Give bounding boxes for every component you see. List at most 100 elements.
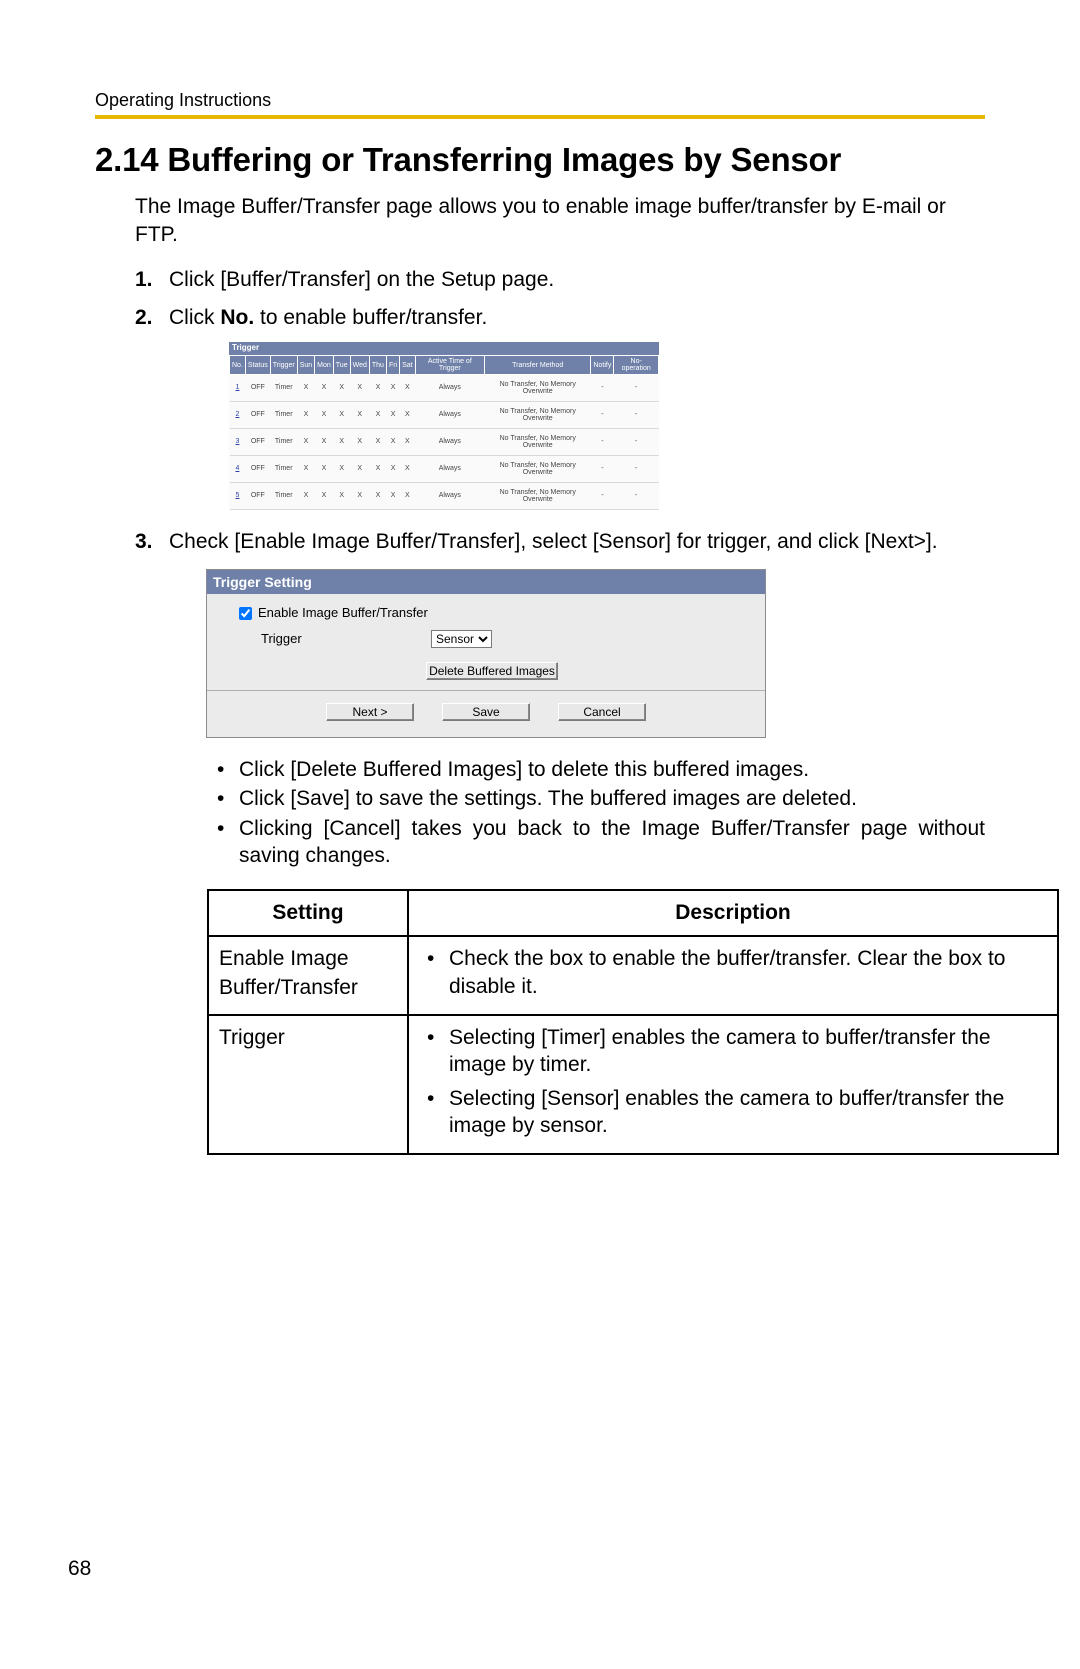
trigger-cell: No Transfer, No Memory Overwrite: [484, 375, 590, 402]
trigger-cell: OFF: [245, 456, 270, 483]
trigger-cell: X: [400, 375, 416, 402]
dialog-titlebar: Trigger Setting: [207, 570, 765, 595]
enable-buffer-label: Enable Image Buffer/Transfer: [258, 604, 428, 622]
trigger-cell: No Transfer, No Memory Overwrite: [484, 456, 590, 483]
setting-name: Enable Image Buffer/Transfer: [208, 936, 408, 1015]
trigger-cell: X: [386, 456, 399, 483]
setting-name: Trigger: [208, 1015, 408, 1154]
step-number: 3.: [135, 528, 153, 556]
trigger-cell: X: [350, 375, 369, 402]
trigger-cell: Timer: [270, 483, 297, 510]
trigger-select[interactable]: Sensor: [431, 630, 492, 648]
trigger-cell: Timer: [270, 456, 297, 483]
step-number: 2.: [135, 304, 153, 332]
trigger-cell: -: [591, 483, 614, 510]
trigger-cell: X: [350, 402, 369, 429]
step-2: 2. Click No. to enable buffer/transfer. …: [135, 304, 985, 510]
trigger-cell: Always: [415, 402, 484, 429]
trigger-table-header: Mon: [315, 356, 334, 375]
trigger-cell: X: [386, 375, 399, 402]
trigger-cell: X: [386, 483, 399, 510]
trigger-cell: X: [386, 402, 399, 429]
trigger-cell: Always: [415, 375, 484, 402]
setting-description: Check the box to enable the buffer/trans…: [421, 945, 1047, 1000]
trigger-table-header: Thu: [369, 356, 386, 375]
trigger-cell: X: [333, 429, 350, 456]
enable-buffer-checkbox[interactable]: [239, 607, 252, 620]
table-row: 2OFFTimerXXXXXXXAlwaysNo Transfer, No Me…: [230, 402, 659, 429]
trigger-row-number[interactable]: 1: [230, 375, 246, 402]
trigger-cell: OFF: [245, 483, 270, 510]
table-row: Trigger Selecting [Timer] enables the ca…: [208, 1015, 1058, 1154]
intro-paragraph: The Image Buffer/Transfer page allows yo…: [135, 193, 985, 250]
trigger-cell: -: [591, 402, 614, 429]
header-label: Operating Instructions: [95, 90, 985, 111]
trigger-table-header: Active Time of Trigger: [415, 356, 484, 375]
settings-header-setting: Setting: [208, 890, 408, 936]
trigger-cell: X: [315, 429, 334, 456]
trigger-cell: X: [400, 402, 416, 429]
trigger-cell: Timer: [270, 429, 297, 456]
step-text-prefix: Click: [169, 306, 220, 329]
sub-bullet: Click [Delete Buffered Images] to delete…: [209, 756, 985, 783]
trigger-cell: X: [369, 429, 386, 456]
trigger-cell: -: [591, 375, 614, 402]
trigger-row-number[interactable]: 2: [230, 402, 246, 429]
trigger-row-number[interactable]: 5: [230, 483, 246, 510]
trigger-table-header: Trigger: [270, 356, 297, 375]
trigger-table-header: Notify: [591, 356, 614, 375]
setting-description: Selecting [Timer] enables the camera to …: [421, 1024, 1047, 1079]
trigger-cell: X: [297, 429, 314, 456]
trigger-field-label: Trigger: [261, 630, 431, 648]
table-row: 1OFFTimerXXXXXXXAlwaysNo Transfer, No Me…: [230, 375, 659, 402]
trigger-cell: -: [591, 456, 614, 483]
cancel-button[interactable]: Cancel: [558, 703, 646, 721]
trigger-table-header: Tue: [333, 356, 350, 375]
trigger-cell: X: [297, 402, 314, 429]
header-rule: [95, 115, 985, 119]
trigger-cell: OFF: [245, 429, 270, 456]
step-3: 3. Check [Enable Image Buffer/Transfer],…: [135, 528, 985, 1155]
trigger-cell: -: [614, 429, 659, 456]
trigger-cell: -: [591, 429, 614, 456]
step-1: 1. Click [Buffer/Transfer] on the Setup …: [135, 266, 985, 294]
trigger-cell: X: [333, 456, 350, 483]
trigger-cell: X: [333, 402, 350, 429]
trigger-table-header: Sun: [297, 356, 314, 375]
delete-buffered-images-button[interactable]: Delete Buffered Images: [426, 662, 558, 680]
trigger-cell: Always: [415, 483, 484, 510]
trigger-cell: X: [400, 456, 416, 483]
step-text-bold: No.: [220, 306, 254, 329]
trigger-cell: X: [400, 429, 416, 456]
trigger-cell: X: [386, 429, 399, 456]
section-title: 2.14 Buffering or Transferring Images by…: [95, 141, 985, 179]
step-number: 1.: [135, 266, 153, 294]
trigger-cell: X: [350, 483, 369, 510]
trigger-cell: X: [315, 456, 334, 483]
trigger-table-header: Sat: [400, 356, 416, 375]
trigger-row-number[interactable]: 3: [230, 429, 246, 456]
setting-description: Selecting [Sensor] enables the camera to…: [421, 1085, 1047, 1140]
settings-header-description: Description: [408, 890, 1058, 936]
trigger-cell: X: [297, 375, 314, 402]
trigger-table-header: No.: [230, 356, 246, 375]
page-number: 68: [68, 1557, 91, 1581]
trigger-cell: X: [297, 483, 314, 510]
step-text: Check [Enable Image Buffer/Transfer], se…: [169, 530, 938, 553]
trigger-table-figure: Trigger No.StatusTriggerSunMonTueWedThuF…: [229, 342, 659, 510]
trigger-cell: No Transfer, No Memory Overwrite: [484, 402, 590, 429]
trigger-cell: -: [614, 375, 659, 402]
trigger-setting-dialog: Trigger Setting Enable Image Buffer/Tran…: [206, 569, 766, 738]
table-row: 4OFFTimerXXXXXXXAlwaysNo Transfer, No Me…: [230, 456, 659, 483]
next-button[interactable]: Next >: [326, 703, 414, 721]
step-text-suffix: to enable buffer/transfer.: [254, 306, 487, 329]
trigger-cell: X: [315, 375, 334, 402]
trigger-table-header: Wed: [350, 356, 369, 375]
save-button[interactable]: Save: [442, 703, 530, 721]
trigger-table-header: Transfer Method: [484, 356, 590, 375]
sub-bullet: Click [Save] to save the settings. The b…: [209, 785, 985, 812]
trigger-row-number[interactable]: 4: [230, 456, 246, 483]
table-row: 5OFFTimerXXXXXXXAlwaysNo Transfer, No Me…: [230, 483, 659, 510]
trigger-cell: X: [369, 375, 386, 402]
step-text: Click [Buffer/Transfer] on the Setup pag…: [169, 268, 554, 291]
